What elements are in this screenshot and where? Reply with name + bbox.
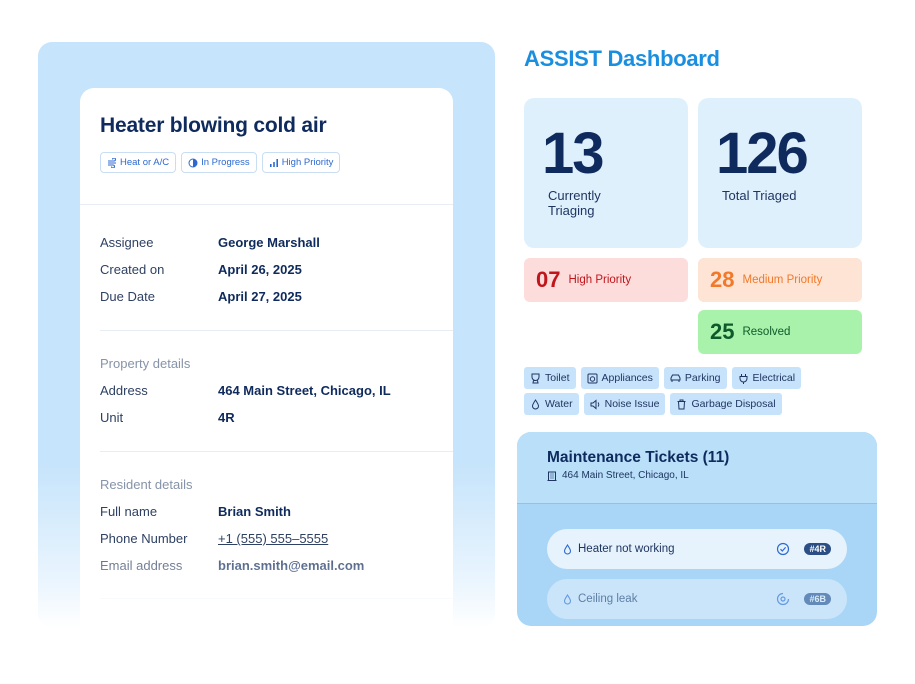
priority-medium[interactable]: 28 Medium Priority — [698, 258, 862, 302]
divider — [100, 598, 453, 599]
building-icon — [547, 471, 557, 481]
detail-row-assignee: Assignee George Marshall — [100, 235, 320, 250]
detail-row-created: Created on April 26, 2025 — [100, 262, 302, 277]
ticket-name: Heater not working — [578, 543, 675, 555]
divider — [100, 330, 453, 331]
plug-icon — [739, 373, 747, 384]
chip-toilet[interactable]: Toilet — [524, 367, 576, 389]
phone-link[interactable]: +1 (555) 555–5555 — [218, 531, 328, 546]
chip-appliances[interactable]: Appliances — [580, 367, 659, 389]
trash-icon — [677, 399, 686, 409]
maintenance-address: 464 Main Street, Chicago, IL — [547, 470, 689, 481]
stat-label: Currently Triaging — [548, 188, 601, 218]
priority-resolved[interactable]: 25 Resolved — [698, 310, 862, 354]
ticket-tags: Heat or A/C In Progress High Priority — [100, 152, 341, 173]
progress-icon — [188, 158, 198, 167]
divider — [100, 451, 453, 452]
toilet-icon — [531, 373, 540, 383]
stat-card-currently-triaging[interactable]: 13 Currently Triaging — [524, 98, 688, 248]
maintenance-title: Maintenance Tickets (11) — [547, 449, 730, 466]
car-icon — [670, 374, 681, 382]
detail-row-due-date: Due Date April 27, 2025 — [100, 289, 302, 304]
ticket-row-heater[interactable]: Heater not working #4R — [547, 529, 847, 569]
water-drop-icon — [531, 398, 540, 409]
priority-high[interactable]: 07 High Priority — [524, 258, 688, 302]
resident-row-phone: Phone Number +1 (555) 555–5555 — [100, 531, 329, 546]
resident-details-heading: Resident details — [100, 477, 193, 492]
property-details-heading: Property details — [100, 356, 191, 371]
unit-badge: #6B — [804, 593, 831, 605]
property-row-address: Address 464 Main Street, Chicago, IL — [100, 383, 391, 398]
chip-electrical[interactable]: Electrical — [731, 367, 802, 389]
chip-garbage-disposal[interactable]: Garbage Disposal — [670, 393, 782, 415]
stat-card-total-triaged[interactable]: 126 Total Triaged — [698, 98, 862, 248]
dashboard-title: ASSIST Dashboard — [524, 46, 720, 71]
category-chips-row-1: Toilet Appliances Parking Electrical — [524, 367, 802, 389]
ticket-name: Ceiling leak — [578, 593, 638, 605]
divider — [80, 204, 453, 205]
chip-water[interactable]: Water — [524, 393, 579, 415]
tag-high-priority[interactable]: High Priority — [261, 152, 341, 173]
appliance-icon — [587, 373, 598, 383]
stat-value: 126 — [716, 121, 809, 186]
resident-row-email: Email address brian.smith@email.com — [100, 558, 365, 573]
email-value[interactable]: brian.smith@email.com — [218, 558, 364, 573]
progress-circle-icon — [777, 592, 790, 606]
tag-in-progress[interactable]: In Progress — [181, 152, 257, 173]
unit-badge: #4R — [804, 543, 831, 555]
ticket-row-ceiling-leak[interactable]: Ceiling leak #6B — [547, 579, 847, 619]
ticket-detail-card: Heater blowing cold air Heat or A/C In P… — [80, 88, 453, 628]
tag-heat-ac[interactable]: Heat or A/C — [100, 152, 177, 173]
chip-parking[interactable]: Parking — [663, 367, 727, 389]
water-drop-icon — [563, 543, 572, 554]
speaker-icon — [590, 398, 599, 410]
category-chips-row-2: Water Noise Issue Garbage Disposal — [524, 393, 782, 415]
property-row-unit: Unit 4R — [100, 410, 235, 425]
chip-noise-issue[interactable]: Noise Issue — [583, 393, 666, 415]
maintenance-tickets-panel: Maintenance Tickets (11) 464 Main Street… — [517, 432, 877, 626]
resident-row-name: Full name Brian Smith — [100, 504, 291, 519]
maintenance-header: Maintenance Tickets (11) 464 Main Street… — [517, 432, 877, 504]
stat-label: Total Triaged — [722, 188, 797, 203]
water-drop-icon — [563, 593, 572, 604]
bars-icon — [269, 158, 278, 167]
ticket-title: Heater blowing cold air — [100, 114, 327, 137]
stat-value: 13 — [542, 121, 604, 186]
check-circle-icon — [777, 542, 790, 556]
fan-icon — [108, 157, 116, 168]
